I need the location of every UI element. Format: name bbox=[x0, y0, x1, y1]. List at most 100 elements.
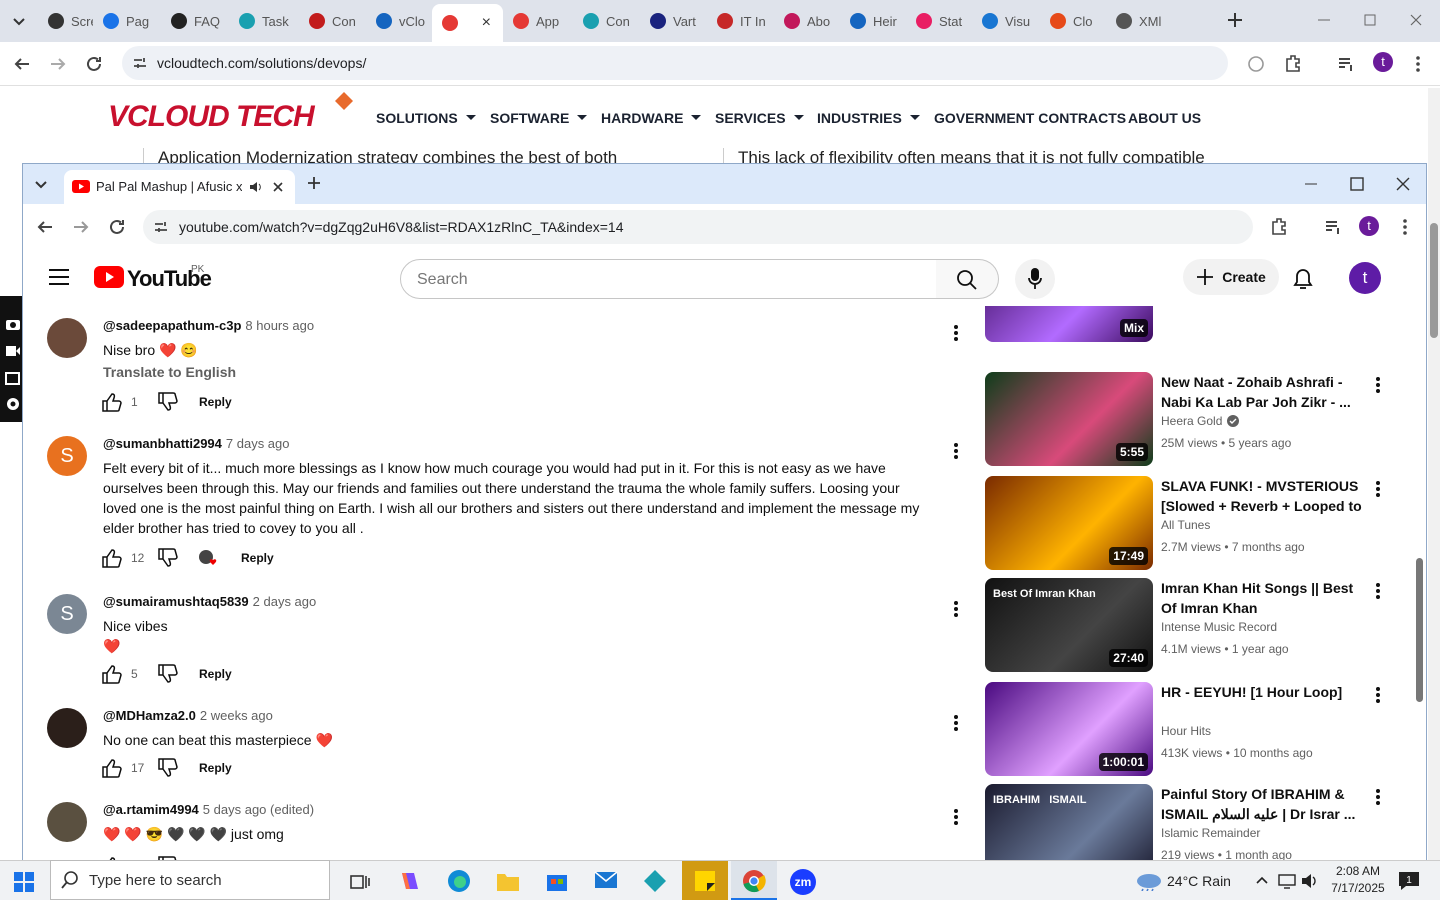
video-title[interactable]: Painful Story Of IBRAHIM & ISMAIL عليه ا… bbox=[1161, 784, 1363, 824]
more-options-icon[interactable] bbox=[1375, 686, 1381, 704]
youtube-logo-icon[interactable] bbox=[94, 266, 124, 288]
more-options-icon[interactable] bbox=[1375, 582, 1381, 600]
outer-tab-15[interactable]: Clo bbox=[1040, 6, 1106, 36]
new-tab-icon[interactable] bbox=[306, 175, 322, 191]
related-video[interactable]: 5:55 New Naat - Zohaib Ashrafi - Nabi Ka … bbox=[985, 372, 1385, 468]
menu-dots-icon[interactable] bbox=[1410, 54, 1426, 74]
like-icon[interactable] bbox=[101, 548, 123, 568]
minimize-icon[interactable] bbox=[1316, 12, 1332, 28]
outer-tab-6[interactable]: × bbox=[432, 4, 503, 42]
nav-item-about-us[interactable]: ABOUT US bbox=[1128, 110, 1201, 126]
settings-gear-icon[interactable] bbox=[5, 396, 21, 412]
outer-tab-8[interactable]: Con bbox=[573, 6, 640, 36]
reload-icon[interactable] bbox=[84, 54, 104, 74]
task-view-icon[interactable] bbox=[350, 872, 370, 892]
weather-text[interactable]: 24°C Rain bbox=[1167, 873, 1231, 889]
related-video[interactable]: Best Of Imran Khan 27:40 Imran Khan Hit So… bbox=[985, 578, 1385, 674]
nav-item-government-contracts[interactable]: GOVERNMENT CONTRACTS bbox=[934, 110, 1126, 126]
channel-name[interactable]: Hour Hits bbox=[1161, 724, 1211, 738]
extensions-icon[interactable] bbox=[1283, 53, 1303, 73]
comment-avatar[interactable]: S bbox=[47, 436, 87, 476]
camera-icon[interactable] bbox=[5, 316, 21, 332]
chrome-taskbar-active[interactable] bbox=[731, 861, 777, 900]
menu-dots-icon[interactable] bbox=[1397, 217, 1413, 237]
edge-icon[interactable] bbox=[447, 869, 471, 893]
comment-avatar[interactable] bbox=[47, 708, 87, 748]
video-record-icon[interactable] bbox=[5, 343, 21, 359]
search-input[interactable]: Search bbox=[400, 259, 937, 299]
related-video[interactable]: 17:49 SLAVA FUNK! - MVSTERIOUS [Slowed + … bbox=[985, 476, 1385, 572]
reply-button[interactable]: Reply bbox=[199, 761, 232, 775]
nav-item-services[interactable]: SERVICES bbox=[715, 110, 804, 126]
channel-name[interactable]: Islamic Remainder bbox=[1161, 826, 1260, 840]
restore-icon[interactable] bbox=[1362, 12, 1378, 28]
dislike-icon[interactable] bbox=[157, 392, 179, 412]
nav-item-software[interactable]: SOFTWARE bbox=[490, 110, 588, 126]
outer-tab-16[interactable]: XMl bbox=[1106, 6, 1174, 36]
nav-item-hardware[interactable]: HARDWARE bbox=[601, 110, 702, 126]
outer-tab-5[interactable]: vClo bbox=[366, 6, 432, 36]
comment-time[interactable]: 8 hours ago bbox=[245, 318, 314, 333]
channel-name[interactable]: Intense Music Record bbox=[1161, 620, 1277, 634]
inner-address-bar[interactable]: youtube.com/watch?v=dgZqg2uH6V8&list=RDA… bbox=[143, 210, 1253, 244]
reply-button[interactable]: Reply bbox=[199, 395, 232, 409]
more-options-icon[interactable] bbox=[1375, 480, 1381, 498]
like-icon[interactable] bbox=[101, 664, 123, 684]
comment-author[interactable]: @sumairamushtaq5839 bbox=[103, 594, 249, 609]
video-thumbnail[interactable]: IBRAHIM ISMAIL bbox=[985, 784, 1153, 862]
video-thumbnail[interactable]: Mix bbox=[985, 306, 1153, 342]
outer-tab-10[interactable]: IT In bbox=[707, 6, 774, 36]
comment-author[interactable]: @a.rtamim4994 bbox=[103, 802, 199, 817]
video-title[interactable]: New Naat - Zohaib Ashrafi - Nabi Ka Lab … bbox=[1161, 372, 1363, 412]
mail-icon[interactable] bbox=[594, 870, 618, 890]
outer-scrollbar[interactable] bbox=[1428, 88, 1440, 860]
media-control-icon[interactable] bbox=[1336, 54, 1356, 74]
related-video[interactable]: MixUpdated today bbox=[985, 306, 1385, 344]
comment-avatar[interactable] bbox=[47, 802, 87, 842]
channel-name[interactable]: Heera Gold bbox=[1161, 414, 1240, 428]
vcloud-logo[interactable]: VCLOUD TECH bbox=[108, 100, 315, 134]
outer-tab-1[interactable]: Pag bbox=[93, 6, 161, 36]
volume-icon[interactable] bbox=[1301, 873, 1319, 889]
voice-search-button[interactable] bbox=[1015, 259, 1055, 299]
dislike-icon[interactable] bbox=[157, 664, 179, 684]
taskbar-search-input[interactable]: Type here to search bbox=[50, 860, 330, 900]
outer-address-bar[interactable]: vcloudtech.com/solutions/devops/ bbox=[122, 46, 1228, 80]
more-options-icon[interactable] bbox=[1375, 788, 1381, 806]
zoom-icon[interactable]: zm bbox=[790, 869, 816, 895]
microsoft-store-icon[interactable] bbox=[545, 869, 569, 893]
new-tab-icon[interactable] bbox=[1226, 11, 1244, 29]
like-icon[interactable] bbox=[101, 392, 123, 412]
nav-item-industries[interactable]: INDUSTRIES bbox=[817, 110, 920, 126]
more-options-icon[interactable] bbox=[953, 442, 959, 460]
outer-tab-2[interactable]: FAQ bbox=[161, 6, 229, 36]
comment-author[interactable]: @sumanbhatti2994 bbox=[103, 436, 222, 451]
close-tab-icon[interactable]: × bbox=[482, 14, 491, 32]
profile-avatar[interactable]: t bbox=[1373, 52, 1393, 72]
comment-time[interactable]: 5 days ago (edited) bbox=[203, 802, 314, 817]
related-video[interactable]: 1:00:01 HR - EEYUH! [1 Hour Loop] Hour Hit… bbox=[985, 682, 1385, 778]
reply-button[interactable]: Reply bbox=[241, 551, 274, 565]
tab-search-icon[interactable] bbox=[31, 174, 51, 194]
more-options-icon[interactable] bbox=[953, 600, 959, 618]
more-options-icon[interactable] bbox=[953, 808, 959, 826]
hamburger-menu-icon[interactable] bbox=[49, 268, 69, 286]
search-button[interactable] bbox=[936, 259, 999, 299]
notification-center-icon[interactable]: 1 bbox=[1398, 871, 1420, 891]
site-info-icon[interactable] bbox=[131, 54, 149, 72]
comment-author[interactable]: @sadeepapathum-c3p bbox=[103, 318, 241, 333]
create-button[interactable]: Create bbox=[1183, 259, 1279, 295]
back-icon[interactable] bbox=[35, 217, 55, 237]
reply-button[interactable]: Reply bbox=[199, 667, 232, 681]
outer-tab-0[interactable]: Scre bbox=[38, 6, 93, 36]
comment-author[interactable]: @MDHamza2.0 bbox=[103, 708, 196, 723]
copilot-app-icon[interactable] bbox=[398, 869, 422, 893]
outer-tab-13[interactable]: Stat bbox=[906, 6, 972, 36]
windows-start-icon[interactable] bbox=[14, 872, 34, 892]
reload-icon[interactable] bbox=[107, 217, 127, 237]
more-options-icon[interactable] bbox=[953, 324, 959, 342]
outer-tab-7[interactable]: App bbox=[503, 6, 573, 36]
media-control-icon[interactable] bbox=[1323, 217, 1343, 237]
video-thumbnail[interactable]: Best Of Imran Khan 27:40 bbox=[985, 578, 1153, 672]
close-tab-icon[interactable] bbox=[271, 180, 285, 194]
